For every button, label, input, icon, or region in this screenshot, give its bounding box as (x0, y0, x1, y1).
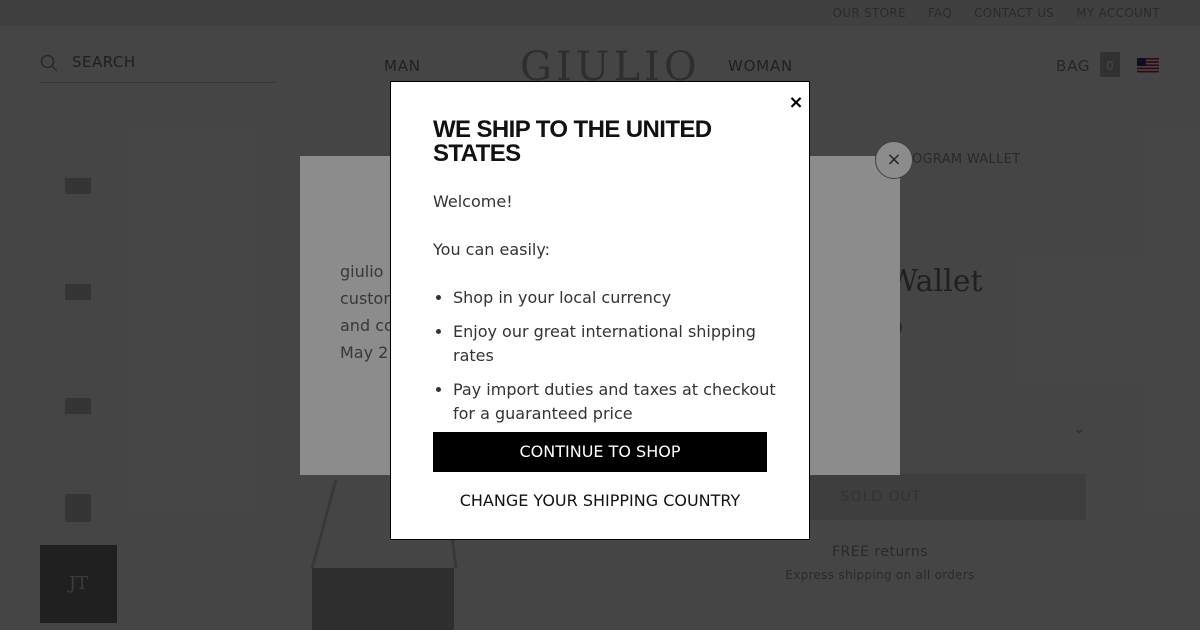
close-icon[interactable]: × (786, 92, 806, 114)
benefits-list: Shop in your local currency Enjoy our gr… (433, 286, 789, 436)
shipping-modal: × WE SHIP TO THE UNITED STATES Welcome! … (390, 81, 810, 540)
benefit-item: Pay import duties and taxes at checkout … (453, 378, 789, 426)
welcome-text: Welcome! (433, 192, 513, 211)
continue-to-shop-button[interactable]: CONTINUE TO SHOP (433, 432, 767, 472)
benefit-item: Enjoy our great international shipping r… (453, 320, 789, 368)
change-shipping-country-link[interactable]: CHANGE YOUR SHIPPING COUNTRY (433, 491, 767, 510)
intro-text: You can easily: (433, 240, 551, 259)
shipping-modal-title: WE SHIP TO THE UNITED STATES (433, 116, 712, 167)
benefit-item: Shop in your local currency (453, 286, 789, 310)
